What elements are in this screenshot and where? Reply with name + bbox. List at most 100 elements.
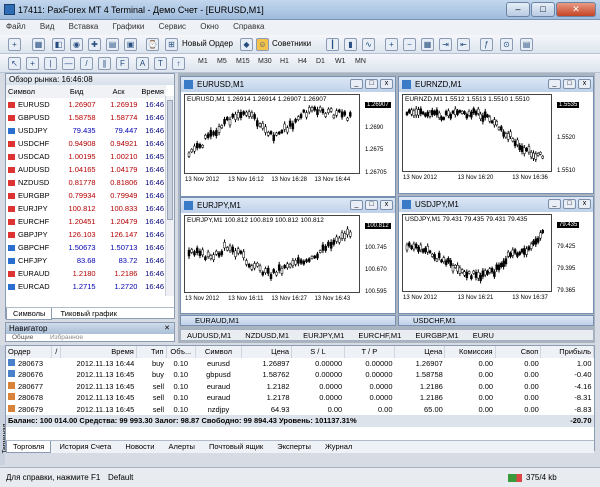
menu-help[interactable]: Справка [227,20,270,31]
new-chart-icon[interactable]: + [8,38,21,51]
chart-maximize-button[interactable]: □ [365,200,378,210]
tab-news[interactable]: Новости [119,441,160,452]
market-watch-scrollbar[interactable] [165,96,174,296]
chart-shift-icon[interactable]: ⇤ [457,38,470,51]
chart-titlebar[interactable]: EURUSD,M1 _ □ x [181,77,395,92]
text-icon[interactable]: A [136,57,149,70]
metaeditor-icon[interactable]: ◆ [240,38,253,51]
cursor-icon[interactable]: ↖ [8,57,21,70]
data-window-icon[interactable]: ◉ [70,38,83,51]
chart-titlebar[interactable]: EURJPY,M1 _ □ x [181,198,395,213]
indicators-icon[interactable]: ƒ [480,38,493,51]
market-watch-row[interactable]: AUDUSD 1.04165 1.04179 16:46 [6,163,166,176]
minimize-button[interactable]: – [506,2,530,17]
autoscroll-icon[interactable]: ⇥ [439,38,452,51]
new-order-icon[interactable]: ⊞ [165,38,178,51]
menu-window[interactable]: Окно [194,20,225,31]
chart-close-button[interactable]: x [380,200,393,210]
market-watch-icon[interactable]: ◧ [52,38,65,51]
chart-minimize-button[interactable]: _ [548,79,561,89]
trendline-icon[interactable]: / [80,57,93,70]
tf-m15[interactable]: M15 [236,58,250,65]
navigator-icon[interactable]: ✚ [88,38,101,51]
tf-mn[interactable]: MN [355,58,366,65]
col-type[interactable]: Тип [136,346,167,358]
tab-trade[interactable]: Торговля [6,441,52,453]
chart-window-usdjpy[interactable]: USDJPY,M1 _ □ x USDJPY,M1 79.431 79.435 … [398,196,594,314]
col-bid[interactable]: Бид [55,85,98,98]
market-watch-row[interactable]: EURAUD 1.2180 1.2186 16:46 [6,267,166,280]
menu-view[interactable]: Вид [34,20,60,31]
order-row[interactable]: 280673 2012.11.13 16:44 buy 0.10 eurusd 1.268… [6,358,594,370]
market-watch-row[interactable]: GBPUSD 1.58758 1.58774 16:46 [6,111,166,124]
navigator-tab-common[interactable]: Общие [12,334,33,341]
order-row[interactable]: 280679 2012.11.13 16:45 sell 0.10 nzdjpy 64.9… [6,404,594,416]
periods-icon[interactable]: ⊙ [500,38,513,51]
menu-charts[interactable]: Графики [107,20,151,31]
navigator-close-icon[interactable]: ✕ [164,324,170,332]
order-row[interactable]: 280676 2012.11.13 16:45 buy 0.10 gbpusd 1.587… [6,369,594,381]
tf-m1[interactable]: M1 [198,58,208,65]
chart-plot[interactable]: USDJPY,M1 79.431 79.435 79.431 79.435 [402,214,552,292]
tab-journal[interactable]: Журнал [319,441,358,452]
col-sort[interactable]: / [51,346,62,358]
zoom-in-icon[interactable]: + [385,38,398,51]
market-watch-row[interactable]: EURCAD 1.2715 1.2720 16:46 [6,280,166,293]
navigator-tab-favorites[interactable]: Избранное [50,334,83,341]
market-watch-row[interactable]: EURJPY 100.812 100.833 16:46 [6,202,166,215]
chart-maximize-button[interactable]: □ [563,79,576,89]
col-profit[interactable]: Прибыль [540,346,594,358]
tf-h1[interactable]: H1 [280,58,289,65]
market-watch-row[interactable]: USDJPY 79.435 79.447 16:46 [6,124,166,137]
mini-window-usdchf[interactable]: USDCHF,M1 [398,315,594,326]
col-tp[interactable]: T / P [344,346,396,358]
chart-window-eurnzd[interactable]: EURNZD,M1 _ □ x EURNZD,M1 1.5512 1.5513 … [398,76,594,194]
candle-chart-icon[interactable]: ▮ [344,38,357,51]
label-icon[interactable]: T [154,57,167,70]
menu-file[interactable]: Файл [0,20,32,31]
market-watch-row[interactable]: EURCHF 1.20451 1.20479 16:46 [6,215,166,228]
templates-icon[interactable]: ▤ [520,38,533,51]
horizontal-line-icon[interactable]: — [62,57,75,70]
market-watch-row[interactable]: GBPCHF 1.50673 1.50713 16:46 [6,241,166,254]
new-order-button[interactable]: Новый Ордер [182,39,233,48]
tab-mailbox[interactable]: Почтовый ящик [203,441,269,452]
col-price[interactable]: Цена [241,346,293,358]
chart-plot[interactable]: EURUSD,M1 1.26914 1.26914 1.26907 1.2690… [184,94,360,174]
col-volume[interactable]: Объ... [166,346,197,358]
tab-experts[interactable]: Эксперты [271,441,317,452]
chart-minimize-button[interactable]: _ [350,79,363,89]
market-watch-row[interactable]: USDCAD 1.00195 1.00210 16:45 [6,150,166,163]
chart-titlebar[interactable]: EURNZD,M1 _ □ x [399,77,593,92]
profiles-icon[interactable]: ▦ [32,38,45,51]
tester-icon[interactable]: ▣ [124,38,137,51]
tab-alerts[interactable]: Алерты [163,441,201,452]
col-current-price[interactable]: Цена [394,346,446,358]
chart-maximize-button[interactable]: □ [365,79,378,89]
order-row[interactable]: 280677 2012.11.13 16:45 sell 0.10 euraud 1.21… [6,381,594,393]
experts-icon[interactable]: ☺ [256,38,269,51]
tf-m5[interactable]: M5 [217,58,227,65]
market-watch-row[interactable]: GBPJPY 126.103 126.147 16:46 [6,228,166,241]
menu-insert[interactable]: Вставка [63,20,105,31]
tf-m30[interactable]: M30 [258,58,272,65]
chart-plot[interactable]: EURNZD,M1 1.5512 1.5513 1.5510 1.5510 [402,94,552,172]
fibo-icon[interactable]: F [116,57,129,70]
chart-close-button[interactable]: x [578,199,591,209]
maximize-button[interactable]: □ [531,2,555,17]
arrow-icon[interactable]: ↑ [172,57,185,70]
col-ask[interactable]: Аск [97,85,140,98]
chart-titlebar[interactable]: USDJPY,M1 _ □ x [399,197,593,212]
chart-minimize-button[interactable]: _ [350,200,363,210]
tf-w1[interactable]: W1 [335,58,346,65]
experts-button[interactable]: Советники [272,39,311,48]
chart-tab[interactable]: AUDUSD,M1 [181,330,237,341]
chart-window-eurusd[interactable]: EURUSD,M1 _ □ x EURUSD,M1 1.26914 1.2691… [180,76,396,197]
tab-tick-chart[interactable]: Тиковый график [55,308,123,319]
col-sl[interactable]: S / L [291,346,345,358]
order-row[interactable]: 280678 2012.11.13 16:45 sell 0.10 euraud 1.21… [6,392,594,404]
chart-tab[interactable]: NZDUSD,M1 [239,330,295,341]
market-watch-row[interactable]: EURUSD 1.26907 1.26919 16:46 [6,98,166,111]
tab-account-history[interactable]: История Счета [53,441,117,452]
chart-window-eurjpy[interactable]: EURJPY,M1 _ □ x EURJPY,M1 100.812 100.81… [180,197,396,314]
